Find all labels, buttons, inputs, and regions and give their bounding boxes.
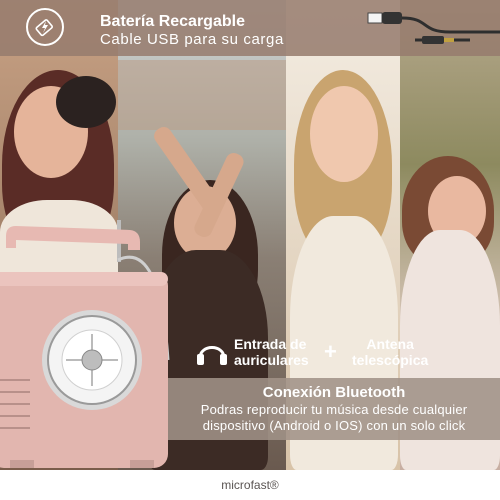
promo-canvas: Batería Recargable Cable USB para su car… — [0, 0, 500, 500]
headphone-input-label: Entrada de auriculares — [234, 336, 309, 368]
retro-radio-image — [0, 220, 170, 468]
banner-subtitle: Cable USB para su carga — [100, 31, 284, 48]
battery-banner: Batería Recargable Cable USB para su car… — [0, 0, 500, 56]
plus-sign: + — [324, 339, 337, 364]
headphone-line2: auriculares — [234, 352, 309, 368]
usb-cable-icon — [367, 12, 500, 44]
bluetooth-title: Conexión Bluetooth — [262, 384, 406, 401]
antenna-line2: telescópica — [352, 352, 429, 368]
antenna-label: Antena telescópica — [352, 336, 428, 368]
battery-charging-icon — [26, 8, 64, 46]
headphone-line1: Entrada de — [234, 336, 307, 352]
bluetooth-info-panel: Conexión Bluetooth Podras reproducir tu … — [168, 378, 500, 440]
brand-logo: microfast® — [221, 478, 279, 492]
antenna-line1: Antena — [366, 336, 414, 352]
footer: microfast® — [0, 470, 500, 500]
banner-title: Batería Recargable — [100, 13, 245, 30]
bluetooth-line1: Podras reproducir tu música desde cualqu… — [200, 402, 468, 417]
bluetooth-line2: dispositivo (Android o IOS) con un solo … — [202, 418, 466, 433]
headphones-icon — [197, 346, 227, 365]
